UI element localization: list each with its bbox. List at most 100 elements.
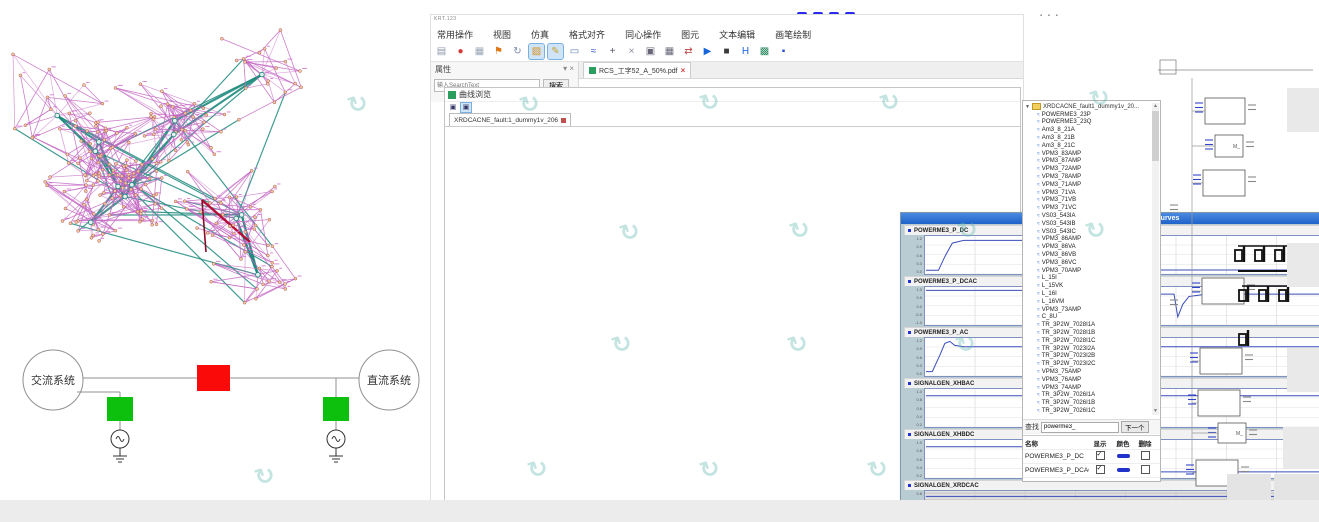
- mini-icon[interactable]: ▪: [776, 44, 791, 59]
- folder-icon[interactable]: ▦: [472, 44, 487, 59]
- viewer-tab[interactable]: XRDCACNE_fault:1_dummy1v_206: [449, 113, 571, 126]
- tree-signal-item[interactable]: ≈VPM3_86VB: [1023, 251, 1151, 259]
- document-tab[interactable]: RCS_工字52_A_50%.pdf ×: [583, 62, 691, 78]
- viewer-tool-icon-1[interactable]: ▣: [448, 103, 458, 112]
- printer-icon[interactable]: ▣: [643, 44, 658, 59]
- waveform-icon: ≈: [1037, 353, 1040, 359]
- tree-signal-item[interactable]: ≈VPM3_70AMP: [1023, 267, 1151, 275]
- stop-icon[interactable]: ■: [719, 44, 734, 59]
- waveform-icon: ≈: [1037, 190, 1040, 196]
- tree-signal-item[interactable]: ≈Am3_8_21B: [1023, 134, 1151, 142]
- pencil-icon[interactable]: ✎: [548, 44, 563, 59]
- copy-icon[interactable]: ▤: [434, 44, 449, 59]
- tree-signal-item[interactable]: ≈TR_3P2W_7026I1C: [1023, 407, 1151, 415]
- waveform-icon: ≈: [1037, 314, 1040, 320]
- waveform-icon: ≈: [1037, 291, 1040, 297]
- waveform-icon: ≈: [1037, 135, 1040, 141]
- tree-signal-item[interactable]: ≈VS03_543IC: [1023, 228, 1151, 236]
- menu-item-2[interactable]: 仿真: [528, 27, 552, 41]
- grid-icon[interactable]: ▦: [662, 44, 677, 59]
- move-icon[interactable]: +: [605, 44, 620, 59]
- menu-item-1[interactable]: 视图: [490, 27, 514, 41]
- show-checkbox[interactable]: [1096, 465, 1105, 474]
- record-icon[interactable]: ●: [453, 44, 468, 59]
- menu-item-3[interactable]: 格式对齐: [566, 27, 608, 41]
- waveform-icon: ≈: [1037, 377, 1040, 383]
- chevron-down-icon: ▼: [1025, 104, 1030, 110]
- viewer-tab-close-icon[interactable]: [561, 118, 566, 123]
- circuit-diagram: 交流系统直流系统: [5, 340, 425, 475]
- save-icon[interactable]: H: [738, 44, 753, 59]
- tree-signal-item[interactable]: ≈POWERME3_23Q: [1023, 119, 1151, 127]
- play-icon[interactable]: ▶: [700, 44, 715, 59]
- tree-signal-item[interactable]: ≈TR_3P2W_7026I1A: [1023, 391, 1151, 399]
- document-tab-close-icon[interactable]: ×: [681, 66, 686, 75]
- waveform-icon: ≈: [1037, 213, 1040, 219]
- tree-signal-item[interactable]: ≈VS03_543IA: [1023, 212, 1151, 220]
- tree-signal-item[interactable]: ≈C_8U: [1023, 314, 1151, 322]
- tree-signal-item[interactable]: ≈VPM3_78AMP: [1023, 173, 1151, 181]
- undo-icon[interactable]: ↻: [510, 44, 525, 59]
- finder-next-button[interactable]: 下一个: [1121, 421, 1149, 433]
- tree-signal-item[interactable]: ≈VPM3_71VA: [1023, 189, 1151, 197]
- tree-signal-item[interactable]: ≈VPM3_86VC: [1023, 259, 1151, 267]
- tree-signal-item[interactable]: ≈TR_3P2W_7023I2C: [1023, 360, 1151, 368]
- tree-root[interactable]: ▼XRDCACNE_fault1_dummy1v_20...: [1023, 103, 1151, 111]
- panel-corner-buttons[interactable]: ▾ ×: [563, 64, 574, 75]
- tree-signal-item[interactable]: ≈VPM3_74AMP: [1023, 384, 1151, 392]
- color-swatch[interactable]: [1117, 454, 1130, 458]
- tree-signal-item[interactable]: ≈TR_3P2W_7028I1B: [1023, 329, 1151, 337]
- curve-icon[interactable]: ≈: [586, 44, 601, 59]
- waveform-icon: ≈: [1037, 151, 1040, 157]
- tree-signal-item[interactable]: ≈VPM3_86VA: [1023, 243, 1151, 251]
- tree-signal-item[interactable]: ≈L_16VM: [1023, 298, 1151, 306]
- menu-item-6[interactable]: 文本编辑: [716, 27, 758, 41]
- tree-signal-item[interactable]: ≈Am3_8_21C: [1023, 142, 1151, 150]
- remove-checkbox[interactable]: [1141, 451, 1150, 460]
- tree-signal-item[interactable]: ≈POWERME3_23P: [1023, 111, 1151, 119]
- document-tab-bar: RCS_工字52_A_50%.pdf ×: [579, 61, 1023, 79]
- tree-signal-item[interactable]: ≈TR_3P2W_7026I1B: [1023, 399, 1151, 407]
- show-checkbox[interactable]: [1096, 451, 1105, 460]
- tree-signal-item[interactable]: ≈VPM3_87AMP: [1023, 158, 1151, 166]
- tree-signal-item[interactable]: ≈VPM3_72AMP: [1023, 165, 1151, 173]
- tree-signal-item[interactable]: ≈VPM3_75AMP: [1023, 368, 1151, 376]
- sync-icon[interactable]: ⇄: [681, 44, 696, 59]
- flag-icon[interactable]: ⚑: [491, 44, 506, 59]
- signal-panel: ▼XRDCACNE_fault1_dummy1v_20...≈POWERME3_…: [1022, 100, 1161, 482]
- tree-signal-item[interactable]: ≈TR_3P2W_7023I2A: [1023, 345, 1151, 353]
- tree-signal-item[interactable]: ≈L_16I: [1023, 290, 1151, 298]
- menu-item-7[interactable]: 画笔绘制: [772, 27, 814, 41]
- waveform-icon: ≈: [1037, 400, 1040, 406]
- tree-signal-item[interactable]: ≈VPM3_73AMP: [1023, 306, 1151, 314]
- finder-input[interactable]: [1041, 422, 1119, 433]
- viewer-tool-icon-2[interactable]: ▣: [461, 103, 471, 112]
- color-swatch[interactable]: [1117, 468, 1130, 472]
- tree-signal-item[interactable]: ≈VPM3_71AMP: [1023, 181, 1151, 189]
- tree-signal-item[interactable]: ≈L_15I: [1023, 275, 1151, 283]
- remove-checkbox[interactable]: [1141, 465, 1150, 474]
- waveform-icon: ≈: [1037, 260, 1040, 266]
- tree-signal-item[interactable]: ≈VPM3_71VC: [1023, 204, 1151, 212]
- tree-signal-item[interactable]: ≈VS03_543IB: [1023, 220, 1151, 228]
- palette-icon[interactable]: ▨: [529, 44, 544, 59]
- cut-icon[interactable]: ×: [624, 44, 639, 59]
- menu-item-4[interactable]: 同心操作: [622, 27, 664, 41]
- tree-signal-item[interactable]: ≈TR_3P2W_7028I1A: [1023, 321, 1151, 329]
- menu-item-0[interactable]: 常用操作: [434, 27, 476, 41]
- menu-item-5[interactable]: 图元: [678, 27, 702, 41]
- tree-signal-item[interactable]: ≈VPM3_76AMP: [1023, 376, 1151, 384]
- tree-signal-item[interactable]: ≈L_15VK: [1023, 282, 1151, 290]
- tree-signal-item[interactable]: ≈VPM3_71VB: [1023, 197, 1151, 205]
- tree-signal-item[interactable]: ≈Am3_8_21A: [1023, 126, 1151, 134]
- series-color-dot: [908, 433, 911, 436]
- waveform-icon: ≈: [1037, 338, 1040, 344]
- tree-signal-item[interactable]: ≈TR_3P2W_7028I1C: [1023, 337, 1151, 345]
- tree-signal-item[interactable]: ≈VPM3_83AMP: [1023, 150, 1151, 158]
- tree-signal-item[interactable]: ≈TR_3P2W_7023I2B: [1023, 353, 1151, 361]
- frame-icon[interactable]: ▭: [567, 44, 582, 59]
- gray-block: [1283, 427, 1319, 469]
- tree-signal-item[interactable]: ≈VPM3_86AMP: [1023, 236, 1151, 244]
- waveform-icon: ≈: [1037, 385, 1040, 391]
- film-icon[interactable]: ▩: [757, 44, 772, 59]
